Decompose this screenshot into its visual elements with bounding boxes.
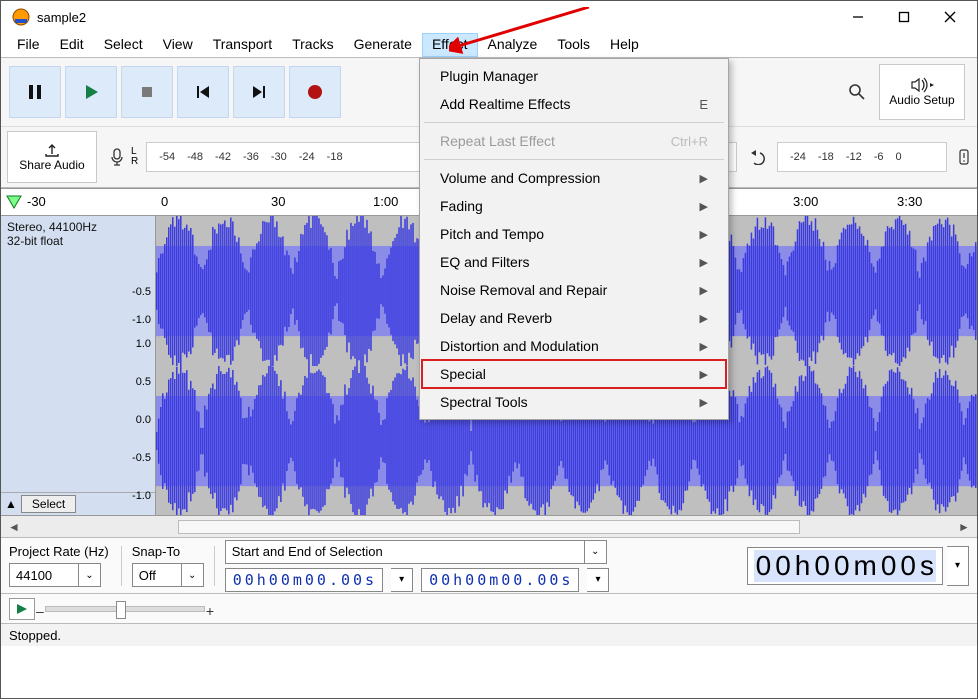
selection-mode-dropdown[interactable]: ⌄ — [585, 540, 607, 564]
mic-icon[interactable] — [105, 139, 129, 175]
menuitem-repeat-last-effect: Repeat Last EffectCtrl+R — [422, 127, 726, 155]
menuitem-special[interactable]: Special▶ — [422, 360, 726, 388]
selection-start-field[interactable]: 00 h 00 m 00.00 s — [225, 568, 383, 592]
track-control-panel[interactable]: Stereo, 44100Hz 32-bit float -0.5-1.0 1.… — [1, 216, 156, 515]
project-rate-dropdown[interactable]: ⌄ — [79, 563, 101, 587]
submenu-arrow-icon: ▶ — [700, 228, 708, 241]
audio-position-dropdown[interactable]: ▾ — [947, 546, 969, 586]
share-audio-button[interactable]: Share Audio — [7, 131, 97, 183]
submenu-arrow-icon: ▶ — [700, 312, 708, 325]
selection-mode-field[interactable]: Start and End of Selection — [225, 540, 585, 564]
app-logo-icon — [11, 7, 31, 27]
project-rate-label: Project Rate (Hz) — [9, 544, 109, 559]
submenu-arrow-icon: ▶ — [700, 396, 708, 409]
track-format-line2: 32-bit float — [7, 234, 149, 248]
selection-start-dropdown[interactable]: ▾ — [391, 568, 413, 592]
transport-toolbar — [1, 58, 349, 126]
meter-clip-icon[interactable] — [953, 139, 975, 175]
menu-select[interactable]: Select — [94, 33, 153, 57]
vscale-bottom: 1.00.50.0-0.5-1.0 — [132, 338, 151, 528]
menu-transport[interactable]: Transport — [203, 33, 282, 57]
menuitem-delay-and-reverb[interactable]: Delay and Reverb▶ — [422, 304, 726, 332]
submenu-arrow-icon: ▶ — [700, 284, 708, 297]
status-text: Stopped. — [9, 628, 61, 643]
slider-minus-icon: – — [36, 603, 44, 619]
vscale-top: -0.5-1.0 — [132, 258, 151, 342]
selection-end-dropdown[interactable]: ▾ — [587, 568, 609, 592]
right-toolbar: Audio Setup — [831, 58, 977, 126]
submenu-arrow-icon: ▶ — [700, 368, 708, 381]
timeline-mark: 30 — [271, 194, 285, 209]
playback-speed-slider[interactable]: – + — [45, 606, 205, 612]
timeline-mark: 3:30 — [897, 194, 922, 209]
timeline-mark: 0 — [161, 194, 168, 209]
menuitem-fading[interactable]: Fading▶ — [422, 192, 726, 220]
slider-thumb[interactable] — [116, 601, 126, 619]
share-icon — [43, 142, 61, 158]
menu-bar: FileEditSelectViewTransportTracksGenerat… — [1, 33, 977, 57]
menu-help[interactable]: Help — [600, 33, 649, 57]
submenu-arrow-icon: ▶ — [700, 256, 708, 269]
submenu-arrow-icon: ▶ — [700, 200, 708, 213]
window-minimize-button[interactable] — [835, 2, 881, 32]
audio-position-field[interactable]: 00 h 00 m 00 s — [747, 547, 943, 585]
selection-bar: Project Rate (Hz) 44100 ⌄ Snap-To Off ⌄ … — [1, 538, 977, 594]
skip-start-button[interactable] — [177, 66, 229, 118]
effect-menu-dropdown: Plugin ManagerAdd Realtime EffectsE Repea… — [419, 58, 729, 420]
selection-end-field[interactable]: 00 h 00 m 00.00 s — [421, 568, 579, 592]
menu-effect[interactable]: Effect — [422, 33, 478, 57]
menuitem-spectral-tools[interactable]: Spectral Tools▶ — [422, 388, 726, 416]
skip-end-button[interactable] — [233, 66, 285, 118]
share-audio-label: Share Audio — [19, 158, 84, 172]
mic-channel-labels: L R — [131, 147, 138, 167]
submenu-arrow-icon: ▶ — [700, 340, 708, 353]
track-select-button[interactable]: Select — [21, 495, 76, 513]
menu-tools[interactable]: Tools — [547, 33, 600, 57]
audio-setup-button[interactable]: Audio Setup — [879, 64, 965, 120]
window-title: sample2 — [37, 10, 835, 25]
menuitem-noise-removal-and-repair[interactable]: Noise Removal and Repair▶ — [422, 276, 726, 304]
scroll-left-button[interactable]: ◄ — [5, 518, 23, 536]
snap-label: Snap-To — [132, 544, 202, 559]
menu-generate[interactable]: Generate — [344, 33, 422, 57]
menuitem-distortion-and-modulation[interactable]: Distortion and Modulation▶ — [422, 332, 726, 360]
speaker-icon — [910, 77, 934, 93]
snap-dropdown[interactable]: ⌄ — [182, 563, 204, 587]
play-button[interactable] — [65, 66, 117, 118]
project-rate-field[interactable]: 44100 — [9, 563, 79, 587]
menu-view[interactable]: View — [153, 33, 203, 57]
timeline-mark: -30 — [27, 194, 46, 209]
timeline-mark: 1:00 — [373, 194, 398, 209]
menuitem-volume-and-compression[interactable]: Volume and Compression▶ — [422, 164, 726, 192]
menu-tracks[interactable]: Tracks — [282, 33, 343, 57]
menu-edit[interactable]: Edit — [50, 33, 94, 57]
menu-analyze[interactable]: Analyze — [478, 33, 548, 57]
menuitem-pitch-and-tempo[interactable]: Pitch and Tempo▶ — [422, 220, 726, 248]
timeline-mark: 3:00 — [793, 194, 818, 209]
play-at-speed-bar: – + — [1, 594, 977, 624]
track-format-line1: Stereo, 44100Hz — [7, 220, 149, 234]
window-close-button[interactable] — [927, 2, 973, 32]
stop-button[interactable] — [121, 66, 173, 118]
snap-field[interactable]: Off — [132, 563, 182, 587]
menu-file[interactable]: File — [7, 33, 50, 57]
submenu-arrow-icon: ▶ — [700, 172, 708, 185]
zoom-search-icon[interactable] — [839, 74, 875, 110]
playback-meter[interactable]: -24-18-12-60 — [777, 142, 947, 172]
undo-button[interactable] — [743, 139, 771, 175]
pause-button[interactable] — [9, 66, 61, 118]
title-bar: sample2 — [1, 1, 977, 33]
play-at-speed-button[interactable] — [9, 598, 35, 620]
menuitem-plugin-manager[interactable]: Plugin Manager — [422, 62, 726, 90]
audio-setup-label: Audio Setup — [889, 93, 954, 107]
collapse-icon[interactable]: ▲ — [5, 497, 17, 511]
scroll-right-button[interactable]: ► — [955, 518, 973, 536]
menuitem-eq-and-filters[interactable]: EQ and Filters▶ — [422, 248, 726, 276]
record-button[interactable] — [289, 66, 341, 118]
window-maximize-button[interactable] — [881, 2, 927, 32]
menuitem-add-realtime-effects[interactable]: Add Realtime EffectsE — [422, 90, 726, 118]
status-bar: Stopped. — [1, 624, 977, 646]
slider-plus-icon: + — [206, 603, 214, 619]
